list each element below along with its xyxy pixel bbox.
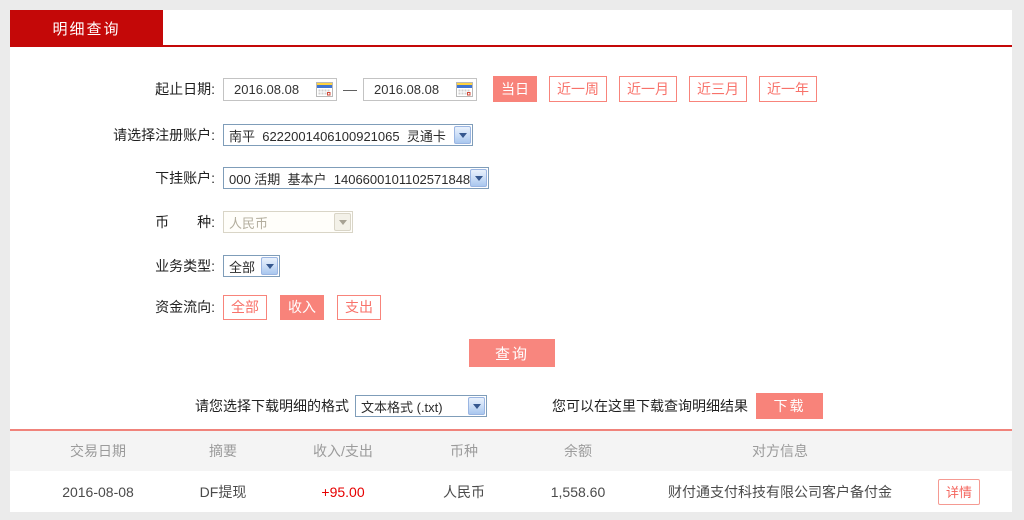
download-button[interactable]: 下载 xyxy=(756,393,823,419)
sub-account-row: 下挂账户: 000 活期 基本户 1406600101102571848 xyxy=(10,165,1012,191)
date-from-input[interactable]: 2016.08.08 xyxy=(223,78,337,101)
currency-label: 币 种: xyxy=(10,212,215,232)
download-format-select[interactable]: 文本格式 (.txt) xyxy=(355,395,487,417)
register-account-select[interactable]: 南平 6222001406100921065 灵通卡 xyxy=(223,124,473,146)
register-account-row: 请选择注册账户: 南平 6222001406100921065 灵通卡 xyxy=(10,122,1012,148)
date-range-label: 起止日期: xyxy=(10,79,215,99)
date-from-value: 2016.08.08 xyxy=(234,82,299,97)
biz-type-value: 全部 xyxy=(229,257,255,276)
sub-account-label: 下挂账户: xyxy=(10,168,215,188)
detail-button[interactable]: 详情 xyxy=(938,479,980,505)
cell-currency: 人民币 xyxy=(426,482,502,502)
sub-account-value: 000 活期 基本户 1406600101102571848 xyxy=(229,169,470,188)
col-header-summary: 摘要 xyxy=(186,441,260,461)
quick-range-year-button[interactable]: 近一年 xyxy=(759,76,817,102)
date-to-input[interactable]: 2016.08.08 xyxy=(363,78,477,101)
tab-detail-query[interactable]: 明细查询 xyxy=(10,10,163,47)
col-header-currency: 币种 xyxy=(426,441,502,461)
quick-range-month-button[interactable]: 近一月 xyxy=(619,76,677,102)
col-header-counterparty: 对方信息 xyxy=(654,441,906,461)
chevron-down-icon xyxy=(454,126,471,144)
fund-flow-label: 资金流向: xyxy=(10,297,215,317)
cell-summary: DF提现 xyxy=(186,482,260,502)
cell-balance: 1,558.60 xyxy=(502,484,654,500)
chevron-down-icon xyxy=(468,397,485,415)
chevron-down-icon xyxy=(261,257,278,275)
table-row: 2016-08-08 DF提现 +95.00 人民币 1,558.60 财付通支… xyxy=(10,471,1012,512)
calendar-icon[interactable] xyxy=(456,82,473,97)
flow-expense-button[interactable]: 支出 xyxy=(337,295,381,320)
quick-range-today-button[interactable]: 当日 xyxy=(493,76,537,102)
cell-counterparty: 财付通支付科技有限公司客户备付金 xyxy=(654,482,906,502)
currency-select: 人民币 xyxy=(223,211,353,233)
sub-account-select[interactable]: 000 活期 基本户 1406600101102571848 xyxy=(223,167,489,189)
biz-type-select[interactable]: 全部 xyxy=(223,255,280,277)
download-row: 请您选择下载明细的格式 文本格式 (.txt) 您可以在这里下载查询明细结果 下… xyxy=(10,393,1012,419)
calendar-icon[interactable] xyxy=(316,82,333,97)
biz-type-label: 业务类型: xyxy=(10,256,215,276)
quick-range-week-button[interactable]: 近一周 xyxy=(549,76,607,102)
quick-range-quarter-button[interactable]: 近三月 xyxy=(689,76,747,102)
download-hint: 您可以在这里下载查询明细结果 xyxy=(552,396,748,416)
fund-flow-row: 资金流向: 全部 收入 支出 xyxy=(10,294,1012,320)
cell-date: 2016-08-08 xyxy=(10,484,186,500)
register-account-label: 请选择注册账户: xyxy=(10,125,215,145)
result-table: 交易日期 摘要 收入/支出 币种 余额 对方信息 2016-08-08 DF提现… xyxy=(10,429,1012,512)
flow-all-button[interactable]: 全部 xyxy=(223,295,267,320)
col-header-balance: 余额 xyxy=(502,441,654,461)
currency-row: 币 种: 人民币 xyxy=(10,209,1012,235)
date-range-row: 起止日期: 2016.08.08 — xyxy=(10,76,1012,102)
detail-query-panel: 明细查询 起止日期: 2016.08.08 xyxy=(10,10,1012,512)
register-account-value: 南平 6222001406100921065 灵通卡 xyxy=(229,126,446,145)
flow-income-button[interactable]: 收入 xyxy=(280,295,324,320)
table-header-row: 交易日期 摘要 收入/支出 币种 余额 对方信息 xyxy=(10,431,1012,471)
download-format-value: 文本格式 (.txt) xyxy=(361,397,443,416)
chevron-down-icon xyxy=(470,169,487,187)
currency-value: 人民币 xyxy=(229,213,268,232)
col-header-amount: 收入/支出 xyxy=(260,441,426,461)
tab-bar: 明细查询 xyxy=(10,10,1012,47)
biz-type-row: 业务类型: 全部 xyxy=(10,253,1012,279)
download-format-label: 请您选择下载明细的格式 xyxy=(195,396,349,416)
date-separator: — xyxy=(343,81,357,97)
date-to-value: 2016.08.08 xyxy=(374,82,439,97)
col-header-date: 交易日期 xyxy=(10,441,186,461)
cell-amount: +95.00 xyxy=(260,484,426,500)
query-button[interactable]: 查询 xyxy=(469,339,555,367)
chevron-down-icon xyxy=(334,213,351,231)
